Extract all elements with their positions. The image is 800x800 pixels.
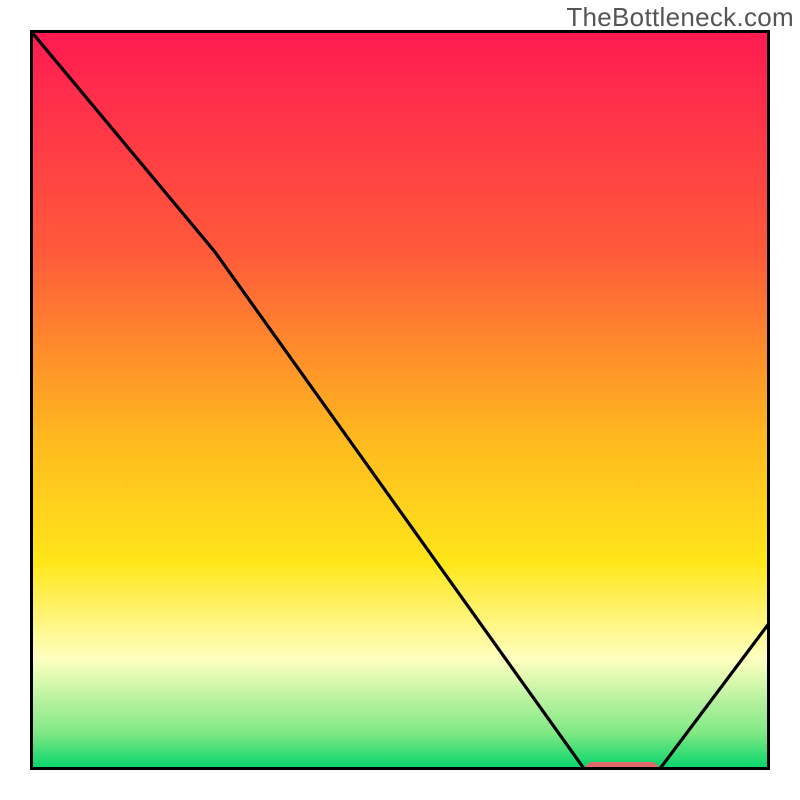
chart-svg (30, 30, 770, 770)
watermark-text: TheBottleneck.com (566, 2, 794, 33)
chart-container: TheBottleneck.com (0, 0, 800, 800)
gradient-background (30, 30, 770, 770)
plot-area (30, 30, 770, 770)
